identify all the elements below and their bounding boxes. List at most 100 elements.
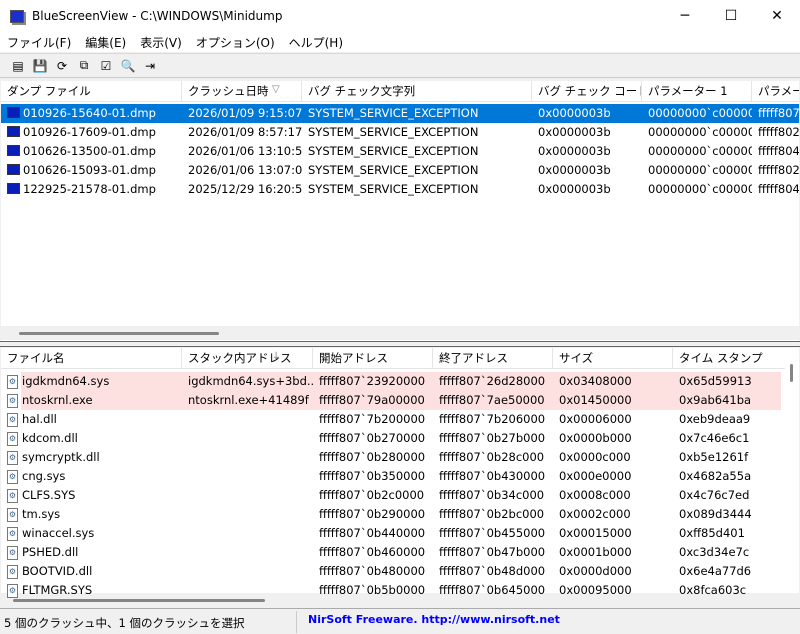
- table-row[interactable]: 122925-21578-01.dmp 2025/12/29 16:20:53 SY…: [1, 180, 799, 199]
- cell-0: 122925-21578-01.dmp: [1, 180, 182, 199]
- column-header-3[interactable]: バグ チェック コード: [532, 81, 642, 102]
- cell-2: fffff807`79a00000: [313, 391, 433, 410]
- column-header-3[interactable]: 終了アドレス: [433, 348, 553, 369]
- crash-list-hscrollbar[interactable]: [1, 326, 799, 340]
- cell-text: 0x000e0000: [559, 469, 632, 483]
- cell-text: SYSTEM_SERVICE_EXCEPTION: [308, 125, 479, 139]
- maximize-button[interactable]: ☐: [708, 0, 754, 32]
- cell-5: fffff804`: [752, 180, 799, 199]
- table-row[interactable]: ⚙ BOOTVID.dll fffff807`0b480000 fffff807`0b…: [1, 562, 799, 581]
- cell-1: igdkmdn64.sys+3bd...: [182, 372, 313, 391]
- table-row[interactable]: ⚙ winaccel.sys fffff807`0b440000 fffff807`0…: [1, 524, 799, 543]
- cell-text: igdkmdn64.sys: [22, 374, 110, 388]
- scroll-thumb[interactable]: [19, 332, 219, 335]
- cell-1: 2025/12/29 16:20:53: [182, 180, 302, 199]
- cell-text: 0x089d3444: [679, 507, 752, 521]
- save-icon[interactable]: 💾: [32, 58, 48, 74]
- cell-0: ⚙ CLFS.SYS: [1, 486, 182, 505]
- cell-2: fffff807`23920000: [313, 372, 433, 391]
- properties-icon[interactable]: ☑: [98, 58, 114, 74]
- cell-4: 0x0002c000: [553, 505, 673, 524]
- dump-file-icon: [7, 183, 20, 194]
- cell-0: ⚙ BOOTVID.dll: [1, 562, 182, 581]
- table-row[interactable]: ⚙ ntoskrnl.exe ntoskrnl.exe+41489f fffff807…: [7, 391, 781, 410]
- cell-2: fffff807`0b5b0000: [313, 581, 433, 600]
- column-header-5[interactable]: パラメーター 2: [752, 81, 799, 102]
- column-header-2[interactable]: バグ チェック文字列: [302, 81, 532, 102]
- menu-item-2[interactable]: 表示(V): [133, 34, 189, 51]
- table-row[interactable]: ⚙ hal.dll fffff807`7b200000 fffff807`7b2060…: [1, 410, 799, 429]
- cell-text: fffff807`7b200000: [319, 412, 426, 426]
- column-header-0[interactable]: ファイル名: [1, 348, 182, 369]
- column-header-2[interactable]: 開始アドレス: [313, 348, 433, 369]
- table-row[interactable]: ⚙ cng.sys fffff807`0b350000 fffff807`0b4300…: [1, 467, 799, 486]
- find-icon[interactable]: 🔍: [120, 58, 136, 74]
- column-header-1[interactable]: クラッシュ日時: [182, 81, 302, 102]
- menu-item-1[interactable]: 編集(E): [78, 34, 133, 51]
- cell-5: 0x089d3444: [673, 505, 793, 524]
- status-bar: 5 個のクラッシュ中、1 個のクラッシュを選択 NirSoft Freeware…: [0, 608, 800, 634]
- window-title: BlueScreenView - C:\WINDOWS\Minidump: [32, 9, 283, 23]
- driver-file-icon: ⚙: [7, 450, 18, 465]
- table-row[interactable]: ⚙ PSHED.dll fffff807`0b460000 fffff807`0b47…: [1, 543, 799, 562]
- cell-text: 0x6e4a77d6: [679, 564, 752, 578]
- cell-text: 0x7c46e6c1: [679, 431, 750, 445]
- cell-text: 010626-15093-01.dmp: [23, 163, 156, 177]
- minimize-button[interactable]: ─: [662, 0, 708, 32]
- cell-text: 2026/01/06 13:07:08: [188, 163, 302, 177]
- cell-text: 0x0002c000: [559, 507, 631, 521]
- table-row[interactable]: 010926-17609-01.dmp 2026/01/09 8:57:17 SYS…: [1, 123, 799, 142]
- menu-item-4[interactable]: ヘルプ(H): [282, 34, 350, 51]
- column-header-5[interactable]: タイム スタンプ: [673, 348, 793, 369]
- column-header-1[interactable]: スタック内アドレス: [182, 348, 313, 369]
- table-row[interactable]: ⚙ kdcom.dll fffff807`0b270000 fffff807`0b27…: [1, 429, 799, 448]
- cell-3: fffff807`0b455000: [433, 524, 553, 543]
- exit-icon[interactable]: ⇥: [142, 58, 158, 74]
- nirsoft-link[interactable]: NirSoft Freeware. http://www.nirsoft.net: [308, 613, 560, 626]
- driver-file-icon: ⚙: [7, 412, 18, 427]
- cell-5: fffff802`: [752, 161, 799, 180]
- splitter[interactable]: [0, 341, 800, 347]
- cell-text: 2025/12/29 16:20:53: [188, 182, 302, 196]
- cell-3: fffff807`0b34c000: [433, 486, 553, 505]
- driver-file-icon: ⚙: [7, 393, 18, 408]
- table-row[interactable]: ⚙ FLTMGR.SYS fffff807`0b5b0000 fffff807`0b6…: [1, 581, 799, 600]
- menu-item-3[interactable]: オプション(O): [189, 34, 282, 51]
- cell-text: 0x0000003b: [538, 106, 611, 120]
- driver-list[interactable]: ファイル名 スタック内アドレス 開始アドレス 終了アドレス サイズ タイム スタンプ ↓ ⚙…: [1, 348, 799, 607]
- cell-0: ⚙ PSHED.dll: [1, 543, 182, 562]
- cell-text: 0xb5e1261f: [679, 450, 749, 464]
- table-row[interactable]: ⚙ CLFS.SYS fffff807`0b2c0000 fffff807`0b34c…: [1, 486, 799, 505]
- cell-text: fffff807`0b480000: [319, 564, 426, 578]
- html-report-icon[interactable]: ▤: [10, 58, 26, 74]
- cell-text: 0x65d59913: [679, 374, 752, 388]
- column-header-4[interactable]: パラメーター 1: [642, 81, 752, 102]
- cell-4: 0x01450000: [553, 391, 673, 410]
- cell-0: ⚙ FLTMGR.SYS: [1, 581, 182, 600]
- column-header-4[interactable]: サイズ: [553, 348, 673, 369]
- status-selection: 5 個のクラッシュ中、1 個のクラッシュを選択: [4, 616, 245, 630]
- cell-text: SYSTEM_SERVICE_EXCEPTION: [308, 144, 479, 158]
- table-row[interactable]: ⚙ igdkmdn64.sys igdkmdn64.sys+3bd... fffff8…: [7, 372, 781, 391]
- cell-3: fffff807`0b27b000: [433, 429, 553, 448]
- column-header-0[interactable]: ダンプ ファイル: [1, 81, 182, 102]
- cell-2: SYSTEM_SERVICE_EXCEPTION: [302, 104, 532, 123]
- table-row[interactable]: 010926-15640-01.dmp 2026/01/09 9:15:07 SYS…: [1, 104, 799, 123]
- cell-text: SYSTEM_SERVICE_EXCEPTION: [308, 182, 479, 196]
- driver-file-icon: ⚙: [7, 545, 18, 560]
- table-row[interactable]: 010626-15093-01.dmp 2026/01/06 13:07:08 SY…: [1, 161, 799, 180]
- table-row[interactable]: ⚙ symcryptk.dll fffff807`0b280000 fffff807`…: [1, 448, 799, 467]
- cell-text: 010926-17609-01.dmp: [23, 125, 156, 139]
- table-row[interactable]: ⚙ tm.sys fffff807`0b290000 fffff807`0b2bc00…: [1, 505, 799, 524]
- cell-text: 0xeb9deaa9: [679, 412, 751, 426]
- crash-list[interactable]: ダンプ ファイル クラッシュ日時 バグ チェック文字列 バグ チェック コード パラメー…: [1, 81, 799, 341]
- cell-3: 0x0000003b: [532, 104, 642, 123]
- cell-1: [182, 524, 313, 543]
- cell-4: 0x03408000: [553, 372, 673, 391]
- copy-icon[interactable]: ⧉: [76, 58, 92, 74]
- refresh-icon[interactable]: ⟳: [54, 58, 70, 74]
- menu-item-0[interactable]: ファイル(F): [0, 34, 78, 51]
- table-row[interactable]: 010626-13500-01.dmp 2026/01/06 13:10:54 SY…: [1, 142, 799, 161]
- close-button[interactable]: ✕: [754, 0, 800, 32]
- cell-text: fffff807`0b350000: [319, 469, 426, 483]
